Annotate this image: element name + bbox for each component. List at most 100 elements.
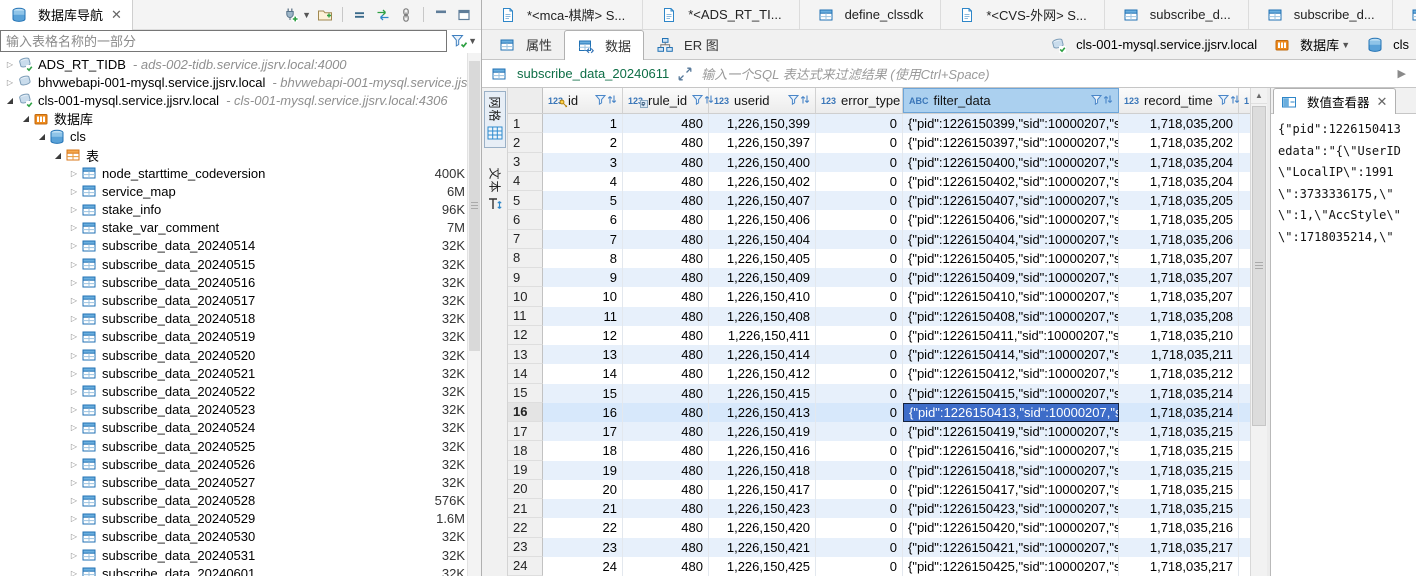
tree-item-connection[interactable]: ◢cls-001-mysql.service.jjsrv.local- cls-… [0,91,481,109]
presentation-textpres[interactable]: 文本 [484,162,506,219]
cell-next[interactable] [1239,480,1250,499]
cell-userid[interactable]: 1,226,150,417 [709,480,816,499]
cell-userid[interactable]: 1,226,150,402 [709,172,816,191]
expand-arrow-icon[interactable]: ▷ [68,260,80,269]
cell-userid[interactable]: 1,226,150,400 [709,153,816,172]
cell-rule_id[interactable]: 480 [623,422,709,441]
tree-item-folder[interactable]: ◢表 [0,146,481,164]
value-viewer-content[interactable]: {"pid":1226150413 edata":"{\"UserID \"Lo… [1271,114,1416,576]
cell-userid[interactable]: 1,226,150,405 [709,249,816,268]
row-number[interactable]: 7 [508,230,543,249]
breadcrumb-item[interactable]: cls-001-mysql.service.jjsrv.local [1042,35,1264,55]
row-number[interactable]: 17 [508,422,543,441]
cell-rule_id[interactable]: 480 [623,191,709,210]
tree-item-connection[interactable]: ▷bhvwebapi-001-mysql.service.jjsrv.local… [0,73,481,91]
tab-ER 图[interactable]: ER 图 [644,30,731,59]
cell-record_time[interactable]: 1,718,035,208 [1119,307,1239,326]
cell-id[interactable]: 10 [543,287,623,306]
cell-record_time[interactable]: 1,718,035,215 [1119,461,1239,480]
expand-arrow-icon[interactable]: ▷ [68,405,80,414]
editor-tab-6[interactable]: subscribe_d... [1393,0,1416,29]
expand-arrow-icon[interactable]: ▷ [68,296,80,305]
cell-filter_data[interactable]: {"pid":1226150417,"sid":10000207,"source [903,480,1119,499]
cell-id[interactable]: 21 [543,499,623,518]
cell-userid[interactable]: 1,226,150,406 [709,210,816,229]
cell-id[interactable]: 20 [543,480,623,499]
row-number[interactable]: 18 [508,441,543,460]
column-header-userid[interactable]: 123userid [709,88,816,113]
tree-item-table[interactable]: ▷subscribe_data_2024052332K [0,401,481,419]
cell-next[interactable] [1239,249,1250,268]
sql-filter-input[interactable]: 输入一个SQL 表达式来过滤结果 (使用Ctrl+Space) [701,64,1390,83]
expand-arrow-icon[interactable]: ▷ [68,241,80,250]
filter-icon[interactable] [1218,93,1229,108]
cell-record_time[interactable]: 1,718,035,217 [1119,538,1239,557]
tree-item-table[interactable]: ▷subscribe_data_2024053032K [0,528,481,546]
tree-item-table[interactable]: ▷subscribe_data_2024052732K [0,473,481,491]
breadcrumb-item[interactable]: cls [1359,35,1416,55]
editor-tab-3[interactable]: *<CVS-外网> S... [941,0,1104,29]
cell-next[interactable] [1239,557,1250,576]
column-header-record_time[interactable]: 123record_time [1119,88,1239,113]
cell-userid[interactable]: 1,226,150,409 [709,268,816,287]
cell-record_time[interactable]: 1,718,035,205 [1119,191,1239,210]
tree-item-table[interactable]: ▷stake_info96K [0,201,481,219]
row-number[interactable]: 5 [508,191,543,210]
cell-filter_data[interactable]: {"pid":1226150402,"sid":10000207,"source [903,172,1119,191]
cell-record_time[interactable]: 1,718,035,214 [1119,384,1239,403]
cell-record_time[interactable]: 1,718,035,207 [1119,287,1239,306]
filter-settings-icon[interactable] [451,32,469,50]
cell-filter_data[interactable]: {"pid":1226150400,"sid":10000207,"source [903,153,1119,172]
editor-tab-5[interactable]: subscribe_d... [1249,0,1393,29]
sort-icon[interactable] [607,93,617,108]
row-number[interactable]: 3 [508,153,543,172]
column-header-filter_data[interactable]: ABCfilter_data [903,88,1119,113]
cell-error_type[interactable]: 0 [816,172,903,191]
editor-tab-4[interactable]: subscribe_d... [1105,0,1249,29]
cell-record_time[interactable]: 1,718,035,200 [1119,114,1239,133]
row-number[interactable]: 10 [508,287,543,306]
tree-item-folder[interactable]: ◢数据库 [0,110,481,128]
cell-id[interactable]: 2 [543,133,623,152]
cell-id[interactable]: 12 [543,326,623,345]
expand-arrow-icon[interactable]: ▷ [68,551,80,560]
cell-id[interactable]: 6 [543,210,623,229]
tree-item-table[interactable]: ▷subscribe_data_2024052632K [0,455,481,473]
cell-filter_data[interactable]: {"pid":1226150420,"sid":10000207,"source [903,518,1119,537]
chevron-down-icon[interactable]: ▼ [468,36,477,46]
cell-filter_data[interactable]: {"pid":1226150425,"sid":10000207,"source [903,557,1119,576]
cell-next[interactable] [1239,461,1250,480]
cell-next[interactable] [1239,287,1250,306]
expand-arrow-icon[interactable]: ▷ [68,169,80,178]
cell-id[interactable]: 1 [543,114,623,133]
cell-next[interactable] [1239,384,1250,403]
cell-rule_id[interactable]: 480 [623,364,709,383]
cell-filter_data[interactable]: {"pid":1226150412,"sid":10000207,"source [903,364,1119,383]
expand-arrow-icon[interactable]: ▷ [68,569,80,576]
row-number[interactable]: 4 [508,172,543,191]
cell-next[interactable] [1239,172,1250,191]
cell-record_time[interactable]: 1,718,035,206 [1119,230,1239,249]
cell-record_time[interactable]: 1,718,035,207 [1119,249,1239,268]
tree-item-table[interactable]: ▷subscribe_data_202405291.6M [0,510,481,528]
cell-filter_data[interactable]: {"pid":1226150413,"sid":10000207,"sourc [903,403,1119,422]
row-number-header[interactable] [508,88,543,113]
cell-next[interactable] [1239,133,1250,152]
cell-id[interactable]: 9 [543,268,623,287]
cell-next[interactable] [1239,441,1250,460]
row-number[interactable]: 1 [508,114,543,133]
expand-arrow-icon[interactable]: ▷ [68,478,80,487]
tree-item-table[interactable]: ▷subscribe_data_2024051732K [0,291,481,309]
tree-item-table[interactable]: ▷node_starttime_codeversion400K [0,164,481,182]
cell-userid[interactable]: 1,226,150,411 [709,326,816,345]
cell-filter_data[interactable]: {"pid":1226150414,"sid":10000207,"source [903,345,1119,364]
expand-filter-icon[interactable] [676,65,694,83]
collapse-arrow-icon[interactable]: ◢ [52,151,64,160]
cell-userid[interactable]: 1,226,150,407 [709,191,816,210]
cell-rule_id[interactable]: 480 [623,326,709,345]
tree-item-table[interactable]: ▷subscribe_data_2024051932K [0,328,481,346]
cell-rule_id[interactable]: 480 [623,287,709,306]
cell-record_time[interactable]: 1,718,035,204 [1119,153,1239,172]
cell-id[interactable]: 14 [543,364,623,383]
tree-item-folder[interactable]: ◢cls [0,128,481,146]
